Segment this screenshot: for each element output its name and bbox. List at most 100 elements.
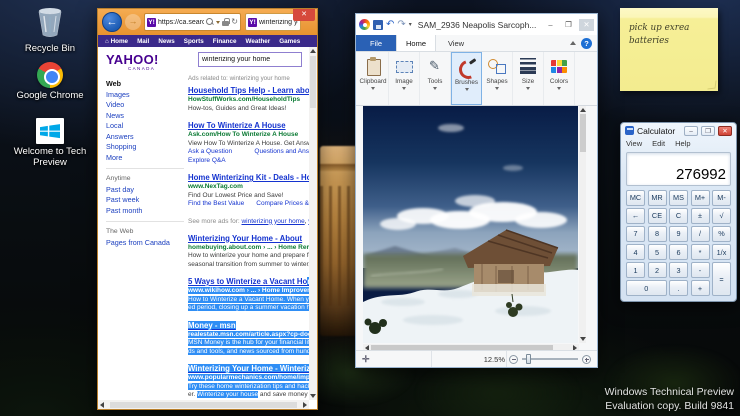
- yahoo-nav-item[interactable]: Weather: [246, 38, 271, 45]
- ribbon-group-colors[interactable]: Colors: [544, 52, 575, 105]
- sidebar-item-shopping[interactable]: Shopping: [106, 142, 184, 153]
- tab-file[interactable]: File: [356, 35, 396, 51]
- scroll-right-icon[interactable]: [303, 401, 307, 408]
- calc-key-*[interactable]: *: [690, 244, 710, 260]
- ribbon-group-shapes[interactable]: Shapes: [482, 52, 513, 105]
- collapse-ribbon-icon[interactable]: [570, 41, 576, 45]
- calc-key-8[interactable]: 8: [647, 226, 667, 242]
- calc-key-M-[interactable]: M-: [712, 190, 731, 206]
- sidebar-item-past-week[interactable]: Past week: [106, 195, 184, 206]
- chevron-down-icon[interactable]: [433, 87, 437, 90]
- calc-key-MR[interactable]: MR: [647, 190, 667, 206]
- back-button[interactable]: ←: [102, 12, 122, 32]
- tab-home[interactable]: Home: [396, 35, 436, 51]
- chevron-down-icon[interactable]: [464, 88, 469, 91]
- help-icon[interactable]: ?: [581, 37, 592, 49]
- calc-key-6[interactable]: 6: [669, 244, 688, 260]
- yahoo-nav-item[interactable]: Games: [279, 38, 300, 45]
- calc-key-9[interactable]: 9: [669, 226, 688, 242]
- close-button[interactable]: ✕: [293, 9, 315, 21]
- result-link[interactable]: Explore Q&A: [188, 157, 226, 166]
- sticky-note[interactable]: pick up exrea batteries: [620, 8, 718, 91]
- calc-key-/[interactable]: /: [690, 226, 710, 242]
- chevron-down-icon[interactable]: [495, 87, 499, 90]
- ribbon-group-clipboard[interactable]: Clipboard: [358, 52, 389, 105]
- forward-button[interactable]: →: [125, 14, 141, 30]
- calc-key-3[interactable]: 3: [669, 262, 688, 278]
- calc-key-C[interactable]: C: [669, 208, 688, 224]
- calc-key-√[interactable]: √: [712, 208, 731, 224]
- zoom-slider[interactable]: [522, 354, 578, 364]
- ribbon-group-image[interactable]: Image: [389, 52, 420, 105]
- calc-key-CE[interactable]: CE: [647, 208, 667, 224]
- scrollbar-thumb[interactable]: [310, 56, 316, 108]
- scroll-down-icon[interactable]: [310, 394, 316, 398]
- maximize-button[interactable]: ❐: [561, 19, 576, 31]
- paint-canvas[interactable]: [363, 106, 578, 343]
- close-button[interactable]: ✕: [718, 125, 732, 136]
- yahoo-nav-item[interactable]: Home: [105, 38, 129, 45]
- zoom-out-button[interactable]: [509, 354, 518, 364]
- scroll-down-icon[interactable]: [579, 337, 586, 341]
- yahoo-nav-item[interactable]: News: [158, 38, 174, 45]
- calc-key-1/x[interactable]: 1/x: [712, 244, 731, 260]
- calc-key-0[interactable]: 0: [626, 280, 667, 296]
- minimize-button[interactable]: –: [684, 125, 698, 136]
- sidebar-item-local[interactable]: Local: [106, 121, 184, 132]
- address-bar[interactable]: https://ca.search.y. ↻: [144, 13, 241, 31]
- result-title[interactable]: Household Tips Help - Learn about Househ…: [188, 86, 309, 96]
- yahoo-nav-item[interactable]: Mail: [137, 38, 149, 45]
- scrollbar-thumb[interactable]: [579, 114, 586, 152]
- minimize-button[interactable]: –: [543, 19, 558, 31]
- calc-key-4[interactable]: 4: [626, 244, 645, 260]
- calc-key-.[interactable]: .: [669, 280, 688, 296]
- menu-edit[interactable]: Edit: [652, 139, 665, 148]
- calc-key-M+[interactable]: M+: [690, 190, 710, 206]
- redo-icon[interactable]: ↷: [397, 19, 405, 30]
- calc-key--[interactable]: -: [690, 262, 710, 278]
- zoom-in-button[interactable]: [582, 354, 591, 364]
- see-more-link[interactable]: winterizing your home: [241, 218, 304, 225]
- result-title[interactable]: How To Winterize A House: [188, 121, 309, 131]
- result-title[interactable]: Money - msn: [188, 320, 309, 331]
- desktop-icon-recycle-bin[interactable]: Recycle Bin: [12, 6, 88, 54]
- maximize-button[interactable]: ❐: [701, 125, 715, 136]
- sidebar-item-past-month[interactable]: Past month: [106, 206, 184, 217]
- calc-key-+[interactable]: +: [690, 280, 710, 296]
- result-link[interactable]: Compare Prices &: [256, 200, 309, 209]
- search-input[interactable]: [198, 52, 302, 67]
- chevron-down-icon[interactable]: [371, 87, 375, 90]
- result-link[interactable]: Find the Best Value: [188, 200, 244, 209]
- calc-key-MC[interactable]: MC: [626, 190, 645, 206]
- chevron-down-icon[interactable]: ▾: [409, 21, 412, 28]
- chevron-down-icon[interactable]: [216, 20, 221, 24]
- yahoo-logo[interactable]: YAHOO! CANADA: [106, 52, 159, 71]
- canvas-vertical-scrollbar[interactable]: [579, 106, 586, 343]
- result-link[interactable]: Ask a Question: [188, 148, 232, 157]
- menu-view[interactable]: View: [626, 139, 642, 148]
- calc-key-2[interactable]: 2: [647, 262, 667, 278]
- calc-key-=[interactable]: =: [712, 262, 731, 296]
- calc-key-1[interactable]: 1: [626, 262, 645, 278]
- result-title[interactable]: 5 Ways to Winterize a Vacant Home - wiki…: [188, 277, 309, 287]
- undo-icon[interactable]: ↶: [386, 19, 394, 30]
- calc-key-5[interactable]: 5: [647, 244, 667, 260]
- result-title[interactable]: Winterizing Your Home - Winterization Ti…: [188, 364, 309, 374]
- scrollbar-thumb[interactable]: [110, 401, 297, 408]
- yahoo-nav-item[interactable]: Finance: [213, 38, 237, 45]
- sidebar-item-past-day[interactable]: Past day: [106, 185, 184, 196]
- menu-help[interactable]: Help: [675, 139, 690, 148]
- scroll-left-icon[interactable]: [100, 401, 104, 408]
- ribbon-group-size[interactable]: Size: [513, 52, 544, 105]
- sidebar-item-images[interactable]: Images: [106, 90, 184, 101]
- scroll-up-icon[interactable]: [310, 49, 316, 53]
- close-button[interactable]: ✕: [579, 18, 594, 31]
- ribbon-group-tools[interactable]: Tools: [420, 52, 451, 105]
- ribbon-group-brushes[interactable]: Brushes: [451, 52, 482, 105]
- refresh-icon[interactable]: ↻: [231, 18, 238, 26]
- calc-key-7[interactable]: 7: [626, 226, 645, 242]
- calc-key-MS[interactable]: MS: [669, 190, 688, 206]
- result-link[interactable]: Questions and Ans: [254, 148, 309, 157]
- result-title[interactable]: Winterizing Your Home - About: [188, 234, 309, 244]
- horizontal-scrollbar[interactable]: [98, 400, 309, 409]
